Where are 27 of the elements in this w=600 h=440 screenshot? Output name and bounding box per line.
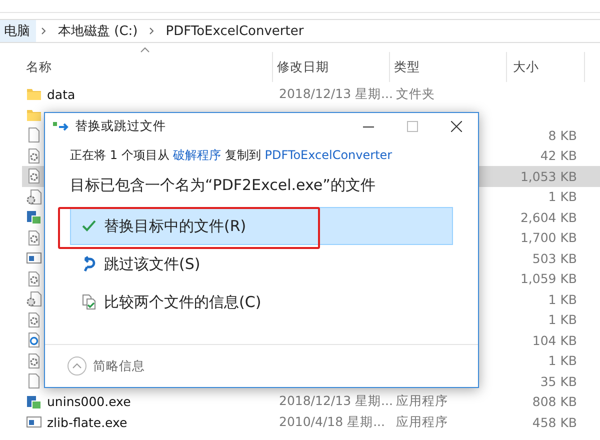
- file-type: 应用程序: [395, 414, 448, 429]
- file-size: 1 KB: [548, 312, 577, 328]
- file-size: 503 KB: [532, 250, 577, 266]
- file-name: zlib-flate.exe: [47, 414, 128, 430]
- modified-date: 2010/4/18 星期...: [278, 414, 385, 429]
- file-size: 1,700 KB: [520, 230, 577, 246]
- file-size: 1 KB: [548, 292, 577, 307]
- file-size: 808 KB: [532, 394, 577, 410]
- file-size: 104 KB: [532, 332, 577, 348]
- modified-date: 2018/12/13 星期...: [278, 86, 393, 101]
- file-size: 1 KB: [548, 189, 577, 204]
- modified-date: 2018/12/13 星期...: [278, 393, 393, 408]
- dialog-title: 替换或跳过文件: [75, 118, 167, 134]
- file-name: unins000.exe: [47, 394, 131, 410]
- file-type: 应用程序: [395, 393, 448, 408]
- file-size: 1 KB: [548, 353, 577, 368]
- conflict-heading: 目标已包含一个名为“PDF2Excel.exe”的文件: [70, 176, 376, 195]
- file-size: 458 KB: [532, 414, 577, 430]
- file-type: 文件夹: [395, 86, 435, 101]
- file-size: 2,604 KB: [520, 210, 577, 225]
- file-size: 8 KB: [548, 128, 577, 143]
- file-name: data: [47, 86, 76, 102]
- file-size: 35 KB: [540, 374, 577, 389]
- file-size: 1,053 KB: [520, 168, 577, 184]
- file-size: 1,059 KB: [520, 271, 577, 286]
- file-size: 42 KB: [540, 148, 577, 164]
- copy-status-text: 正在将 1 个项目从 破解程序 复制到 PDFToExcelConverter: [70, 147, 394, 164]
